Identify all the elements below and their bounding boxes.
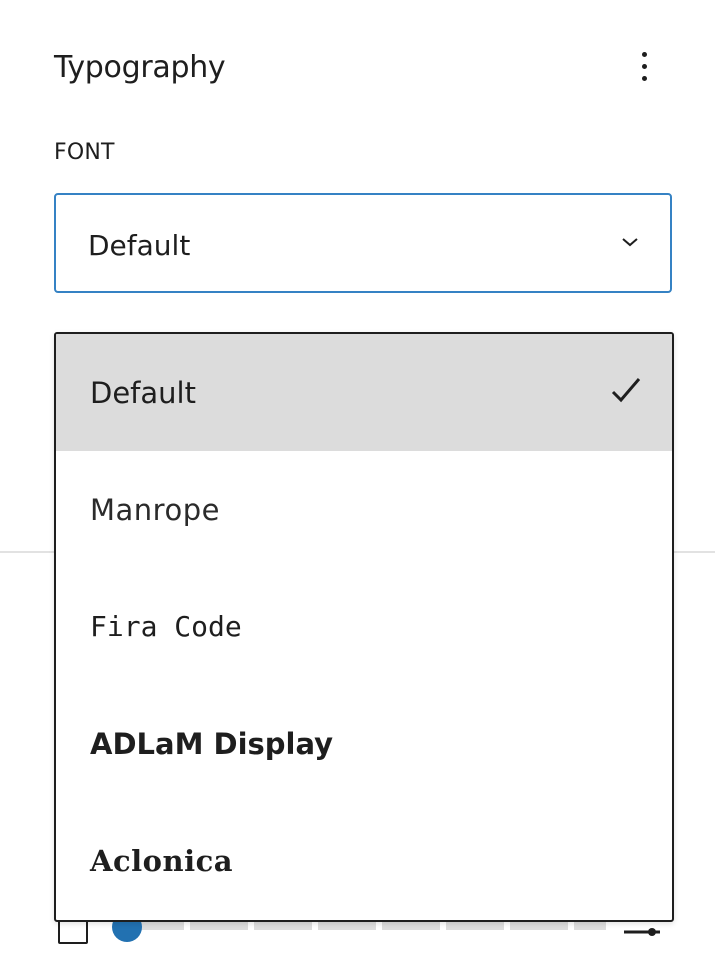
typography-panel: Typography FONT Default Default Manrope — [0, 0, 715, 964]
font-option-label: Aclonica — [90, 843, 234, 878]
font-field-label: FONT — [54, 140, 115, 165]
options-menu-button[interactable] — [624, 40, 664, 92]
more-vertical-icon-dot — [641, 75, 647, 81]
font-option-label: Fira Code — [90, 610, 242, 643]
slider-end-icon — [624, 928, 660, 936]
font-option-aclonica[interactable]: Aclonica — [56, 802, 672, 919]
font-dropdown-list: Default Manrope Fira Code ADLaM Display … — [54, 332, 674, 922]
panel-title: Typography — [54, 50, 226, 85]
font-option-label: Default — [90, 375, 196, 410]
font-select[interactable]: Default — [54, 193, 672, 293]
font-option-label: Manrope — [90, 492, 220, 527]
font-select-value: Default — [88, 229, 191, 262]
checkmark-icon — [611, 378, 641, 403]
more-vertical-icon-dot — [641, 63, 647, 69]
font-option-label: ADLaM Display — [90, 726, 334, 761]
slider-track[interactable] — [126, 922, 606, 930]
font-option-adlam-display[interactable]: ADLaM Display — [56, 685, 672, 802]
font-option-manrope[interactable]: Manrope — [56, 451, 672, 568]
font-option-fira-code[interactable]: Fira Code — [56, 568, 672, 685]
more-vertical-icon — [641, 51, 647, 57]
chevron-down-icon — [622, 238, 638, 247]
font-option-default[interactable]: Default — [56, 334, 672, 451]
